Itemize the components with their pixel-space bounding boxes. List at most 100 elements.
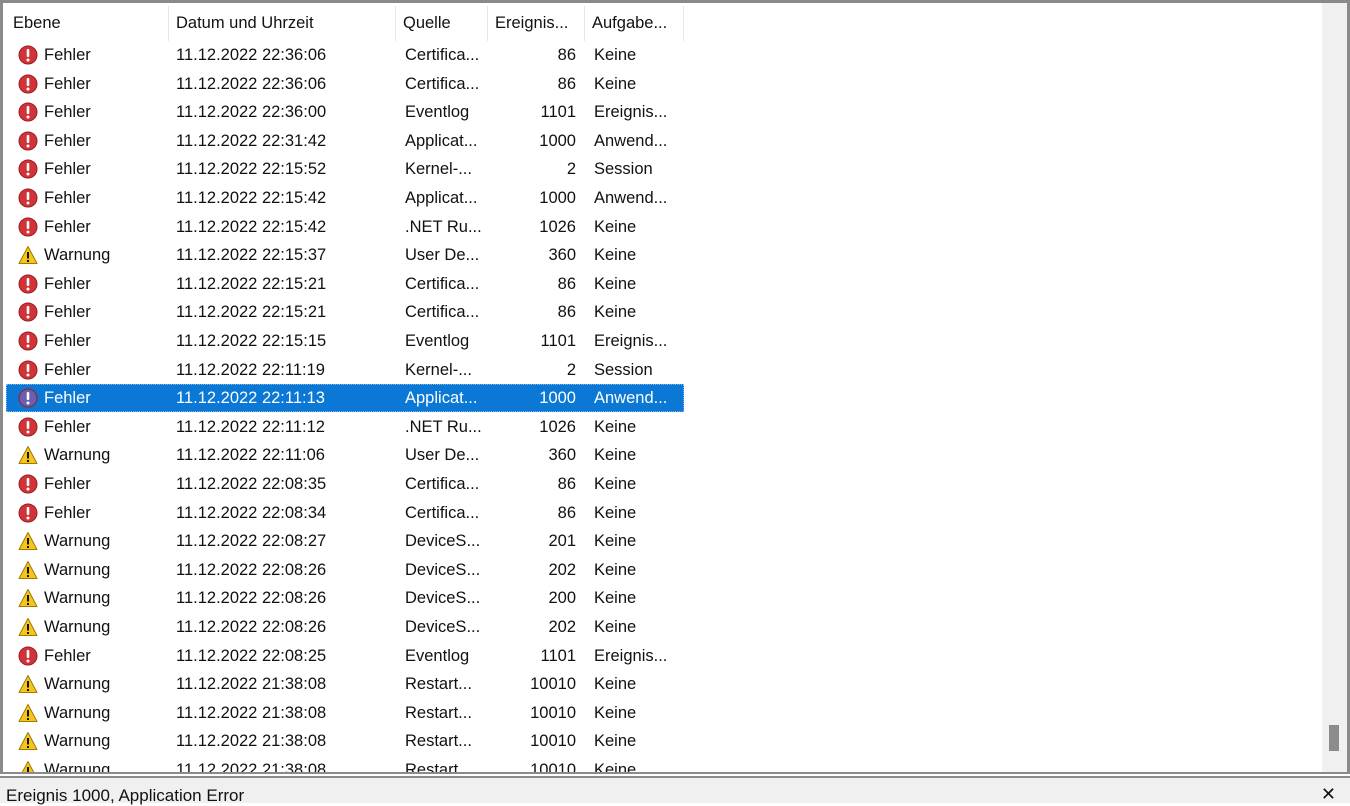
- event-task: Anwend...: [594, 189, 668, 207]
- event-task: Anwend...: [594, 389, 668, 408]
- event-id: 360: [548, 446, 576, 465]
- event-task: Keine: [594, 589, 637, 608]
- event-level: Fehler: [44, 74, 91, 93]
- event-source: DeviceS...: [405, 560, 481, 579]
- table-row[interactable]: Fehler 11.12.2022 22:08:25 Eventlog 1101 Ere…: [6, 642, 1326, 671]
- event-datetime: 11.12.2022 21:38:08: [176, 675, 327, 694]
- event-source: Applicat...: [405, 389, 478, 408]
- event-id: 86: [557, 503, 576, 522]
- event-datetime: 11.12.2022 22:08:26: [176, 560, 327, 579]
- event-source: User De...: [405, 446, 480, 465]
- column-header-datetime[interactable]: Datum und Uhrzeit: [169, 6, 396, 41]
- event-task: Keine: [594, 74, 637, 93]
- event-id: 10010: [530, 732, 576, 751]
- table-row[interactable]: Fehler 11.12.2022 22:36:00 Eventlog 1101 Ere…: [6, 98, 1326, 127]
- event-datetime: 11.12.2022 22:15:21: [176, 274, 327, 293]
- event-datetime: 11.12.2022 22:36:00: [176, 103, 327, 122]
- event-source: Restart...: [405, 732, 472, 751]
- event-task: Ereignis...: [594, 103, 668, 122]
- event-task: Keine: [594, 217, 637, 236]
- event-task: Keine: [594, 475, 637, 493]
- event-level: Warnung: [44, 446, 111, 465]
- event-task: Keine: [594, 246, 637, 265]
- event-id: 201: [548, 532, 576, 551]
- table-row[interactable]: Fehler 11.12.2022 22:08:35 Certifica... 86 K…: [6, 470, 1326, 499]
- event-datetime: 11.12.2022 22:11:13: [176, 389, 325, 408]
- event-id: 1000: [539, 131, 576, 150]
- event-level: Fehler: [44, 131, 91, 150]
- event-task: Keine: [594, 274, 637, 293]
- table-row[interactable]: Warnung 11.12.2022 21:38:08 Restart... 1001…: [6, 756, 1326, 774]
- table-row[interactable]: Warnung 11.12.2022 22:15:37 User De... 360 K…: [6, 241, 1326, 270]
- event-list-panel: Ebene Datum und Uhrzeit Quelle Ereignis.…: [0, 0, 1350, 774]
- table-row[interactable]: Fehler 11.12.2022 22:15:21 Certifica... 86 K…: [6, 270, 1326, 299]
- table-row[interactable]: Warnung 11.12.2022 22:11:06 User De... 360 K…: [6, 441, 1326, 470]
- table-row[interactable]: Fehler 11.12.2022 22:15:42 Applicat... 1000…: [6, 184, 1326, 213]
- event-task: Keine: [594, 446, 637, 465]
- event-level: Fehler: [44, 389, 91, 408]
- table-row[interactable]: Fehler 11.12.2022 22:11:19 Kernel-... 2 Sess…: [6, 356, 1326, 385]
- event-task: Session: [594, 360, 653, 379]
- table-row[interactable]: Warnung 11.12.2022 22:08:26 DeviceS... 202 K…: [6, 613, 1326, 642]
- table-row[interactable]: Fehler 11.12.2022 22:15:52 Kernel-... 2 Sess…: [6, 155, 1326, 184]
- table-row[interactable]: Warnung 11.12.2022 21:38:08 Restart... 1001…: [6, 699, 1326, 728]
- event-source: Certifica...: [405, 475, 480, 493]
- table-row[interactable]: Fehler 11.12.2022 22:31:42 Applicat... 1000…: [6, 127, 1326, 156]
- event-datetime: 11.12.2022 22:11:12: [176, 417, 325, 436]
- event-id: 1101: [540, 646, 576, 665]
- event-datetime: 11.12.2022 22:15:42: [176, 217, 327, 236]
- event-datetime: 11.12.2022 22:15:42: [176, 189, 327, 207]
- close-icon[interactable]: ✕: [1321, 784, 1336, 805]
- event-id: 2: [566, 160, 576, 179]
- event-id: 1000: [539, 189, 576, 207]
- event-source: Kernel-...: [405, 160, 472, 179]
- event-source: Eventlog: [405, 103, 470, 122]
- event-level: Warnung: [44, 246, 111, 265]
- event-source: Eventlog: [405, 646, 470, 665]
- table-row[interactable]: Fehler 11.12.2022 22:36:06 Certifica... 86 K…: [6, 70, 1326, 99]
- event-datetime: 11.12.2022 22:15:37: [176, 246, 327, 265]
- event-source: Certifica...: [405, 503, 480, 522]
- table-row[interactable]: Warnung 11.12.2022 21:38:08 Restart... 1001…: [6, 727, 1326, 756]
- event-task: Keine: [594, 417, 637, 436]
- event-datetime: 11.12.2022 22:08:34: [176, 503, 327, 522]
- table-row[interactable]: Fehler 11.12.2022 22:15:21 Certifica... 86 K…: [6, 298, 1326, 327]
- event-id: 10010: [530, 675, 576, 694]
- event-task: Keine: [594, 560, 637, 579]
- table-row[interactable]: Warnung 11.12.2022 22:08:26 DeviceS... 200 K…: [6, 584, 1326, 613]
- table-row[interactable]: Fehler 11.12.2022 22:11:13 Applicat... 1000…: [6, 384, 1326, 413]
- event-source: Certifica...: [405, 303, 480, 322]
- column-header-source[interactable]: Quelle: [396, 6, 488, 41]
- event-task: Keine: [594, 675, 637, 694]
- event-source: Certifica...: [405, 46, 480, 64]
- vertical-scrollbar[interactable]: [1322, 3, 1347, 772]
- event-source: Applicat...: [405, 189, 478, 207]
- event-task: Keine: [594, 532, 637, 551]
- table-row[interactable]: Fehler 11.12.2022 22:08:34 Certifica... 86 K…: [6, 499, 1326, 528]
- column-header-level[interactable]: Ebene: [6, 6, 169, 41]
- table-row[interactable]: Warnung 11.12.2022 22:08:27 DeviceS... 201 K…: [6, 527, 1326, 556]
- table-row[interactable]: Fehler 11.12.2022 22:15:15 Eventlog 1101 Ere…: [6, 327, 1326, 356]
- table-row[interactable]: Warnung 11.12.2022 22:08:26 DeviceS... 202 K…: [6, 556, 1326, 585]
- table-row[interactable]: Fehler 11.12.2022 22:11:12 .NET Ru... 1026 K…: [6, 413, 1326, 442]
- event-level: Warnung: [44, 560, 111, 579]
- event-source: .NET Ru...: [405, 217, 482, 236]
- event-datetime: 11.12.2022 21:38:08: [176, 761, 327, 774]
- table-row[interactable]: Fehler 11.12.2022 22:36:06 Certifica... 86 K…: [6, 41, 1326, 70]
- event-datetime: 11.12.2022 22:15:15: [176, 332, 327, 350]
- event-level: Warnung: [44, 618, 111, 636]
- event-source: Certifica...: [405, 274, 480, 293]
- column-header-task[interactable]: Aufgabe...: [585, 6, 684, 41]
- event-id: 202: [548, 560, 576, 579]
- event-level: Fehler: [44, 646, 91, 665]
- event-datetime: 11.12.2022 21:38:08: [176, 703, 327, 722]
- scrollbar-thumb[interactable]: [1329, 725, 1339, 751]
- event-task: Session: [594, 160, 653, 179]
- event-id: 10010: [530, 703, 576, 722]
- table-row[interactable]: Warnung 11.12.2022 21:38:08 Restart... 1001…: [6, 670, 1326, 699]
- column-header-event-id[interactable]: Ereignis...: [488, 6, 585, 41]
- event-level: Fehler: [44, 103, 91, 122]
- table-row[interactable]: Fehler 11.12.2022 22:15:42 .NET Ru... 1026 K…: [6, 213, 1326, 242]
- event-id: 1026: [539, 417, 576, 436]
- event-source: DeviceS...: [405, 618, 481, 636]
